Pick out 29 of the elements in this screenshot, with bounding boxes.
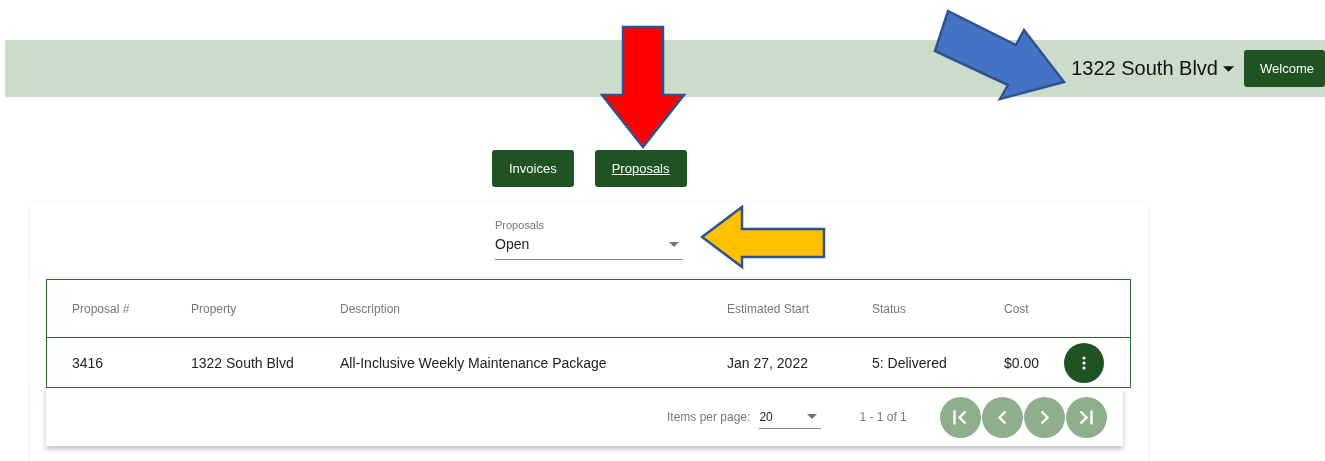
column-header: Proposal # (72, 301, 131, 316)
table-cell-text: All-Inclusive Weekly Maintenance Package (340, 354, 608, 371)
caret-icon (669, 241, 679, 247)
page-size-select[interactable]: 20 (759, 405, 822, 429)
table-cell-text: 1322 South Blvd (191, 354, 295, 371)
chevron-left-icon (997, 409, 1007, 425)
table-cell-text: Jan 27, 2022 (727, 354, 809, 371)
proposals-select[interactable]: Proposals Open (495, 219, 683, 260)
last-page-icon (1079, 409, 1094, 425)
column-header: Property (191, 301, 238, 316)
more-icon (1082, 355, 1086, 370)
property-menu[interactable]: 1322 South Blvd (1071, 57, 1234, 80)
caret-icon (1223, 65, 1234, 72)
table-cell-text: $0.00 (1004, 354, 1041, 371)
items-per-page-label: Items per page: (667, 410, 751, 424)
column-header: Description (340, 301, 402, 316)
table-cell-text: 5: Delivered (872, 354, 948, 371)
nav-button[interactable]: Invoices (492, 150, 574, 187)
chevron-right-icon (1039, 409, 1049, 425)
caret-icon (807, 414, 818, 419)
more-button[interactable] (1064, 342, 1104, 383)
table-cell-text: 3416 (72, 354, 105, 371)
nav-button[interactable]: Proposals (594, 150, 687, 187)
page-range: 1 - 1 of 1 (859, 410, 907, 424)
first-page-icon (953, 409, 968, 425)
column-header: Cost (1004, 301, 1030, 316)
column-header: Estimated Start (727, 301, 811, 316)
welcome-button[interactable]: Welcome (1244, 50, 1325, 87)
column-header: Status (872, 301, 908, 316)
